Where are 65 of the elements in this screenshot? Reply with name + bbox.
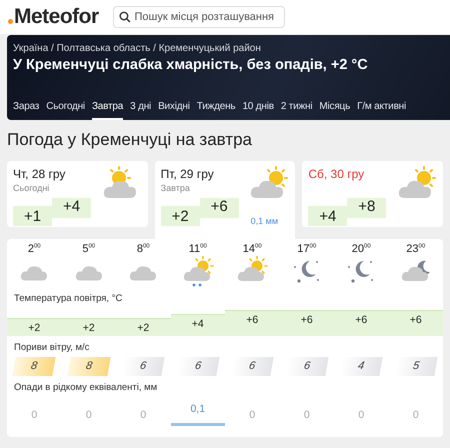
page-title: Погода у Кременчуці на завтра <box>7 130 254 151</box>
day-card[interactable]: Сб, 30 гру +4 +8 <box>302 161 444 227</box>
tab[interactable]: Місяць <box>319 101 350 120</box>
min-temperature: +2 <box>160 206 200 226</box>
precipitation-value: 0 <box>248 409 256 423</box>
tab[interactable]: 3 дні <box>130 101 152 120</box>
tab[interactable]: 10 днів <box>242 101 274 120</box>
precipitation-value: 0,1 <box>170 403 225 426</box>
max-temperature: +4 <box>52 198 91 218</box>
min-temperature: +4 <box>308 206 348 226</box>
precipitation-value: 0 <box>302 409 311 423</box>
temperature-bar: +6 <box>280 310 334 336</box>
sun-cloud-icon <box>249 166 290 200</box>
wind-gust-value: 8 <box>12 357 56 376</box>
day-card[interactable]: Чт, 28 гру Сьогодні +1 +4 <box>7 161 148 227</box>
tab[interactable]: 2 тижні <box>280 101 312 120</box>
precipitation-amount: 0,1 мм <box>250 216 278 226</box>
hour-label: 5$^{00}$ <box>82 243 96 255</box>
tab[interactable]: Зараз <box>13 101 40 120</box>
row-label: Пориви вітру, м/с <box>13 341 90 355</box>
hour-label: 2$^{00}$ <box>28 243 41 255</box>
hour-label: 8$^{00}$ <box>136 243 150 255</box>
headline: У Кременчуці слабка хмарність, без опадів, +2 °C <box>13 57 369 73</box>
hour-label: 20$^{00}$ <box>352 243 371 255</box>
tab[interactable]: Сьогодні <box>46 101 85 120</box>
precipitation-value: 0 <box>84 409 93 423</box>
tab[interactable]: Вихідні <box>158 101 190 120</box>
day-date: Пт, 29 гру <box>160 167 215 181</box>
cloud-icon <box>129 265 158 281</box>
max-temperature: +8 <box>347 198 386 218</box>
temperature-bar: +6 <box>334 310 388 336</box>
day-note: Сьогодні <box>13 183 50 193</box>
precipitation-value: 0 <box>412 409 420 423</box>
precipitation-value: 0 <box>139 409 148 423</box>
wind-gust-value: 8 <box>67 357 110 376</box>
temperature-bar: +2 <box>116 318 170 336</box>
max-temperature: +6 <box>200 198 239 218</box>
row-label: Температура повітря, °C <box>13 292 124 306</box>
day-date: Сб, 30 гру <box>308 167 366 181</box>
temperature-bar: +6 <box>388 310 443 336</box>
precipitation-value: 0 <box>357 409 366 423</box>
row-label: Опади в рідкому еквіваленті, мм <box>13 381 158 395</box>
tab[interactable]: Завтра <box>92 101 124 120</box>
temperature-bar: +2 <box>7 318 62 336</box>
temperature-bar: +6 <box>225 310 280 336</box>
min-temperature: +1 <box>13 206 52 226</box>
day-date: Чт, 28 гру <box>13 167 66 181</box>
temperature-bar: +2 <box>62 318 116 336</box>
cloud-icon <box>74 265 103 281</box>
hour-label: 11$^{00}$ <box>188 243 207 255</box>
cloud-icon <box>20 265 48 281</box>
search-icon <box>118 11 131 23</box>
day-note: Завтра <box>160 183 191 193</box>
sun-cloud-icon <box>397 166 438 200</box>
breadcrumb[interactable]: Україна / Полтавська область / Кременчуцький район <box>13 43 450 54</box>
hour-label: 14$^{00}$ <box>242 243 262 255</box>
logo[interactable]: Meteofor <box>8 5 99 29</box>
day-card[interactable]: Пт, 29 гру Завтра +2 +6 0,1 мм <box>154 161 296 239</box>
tab[interactable]: Г/м активні <box>357 101 406 120</box>
tab[interactable]: Тиждень <box>196 101 236 120</box>
temperature-bar: +4 <box>170 314 225 336</box>
precipitation-value: 0 <box>30 409 38 423</box>
hour-label: 17$^{00}$ <box>297 243 316 255</box>
search-field[interactable]: Пошук місця розташування <box>112 6 285 28</box>
hour-label: 23$^{00}$ <box>406 243 426 255</box>
